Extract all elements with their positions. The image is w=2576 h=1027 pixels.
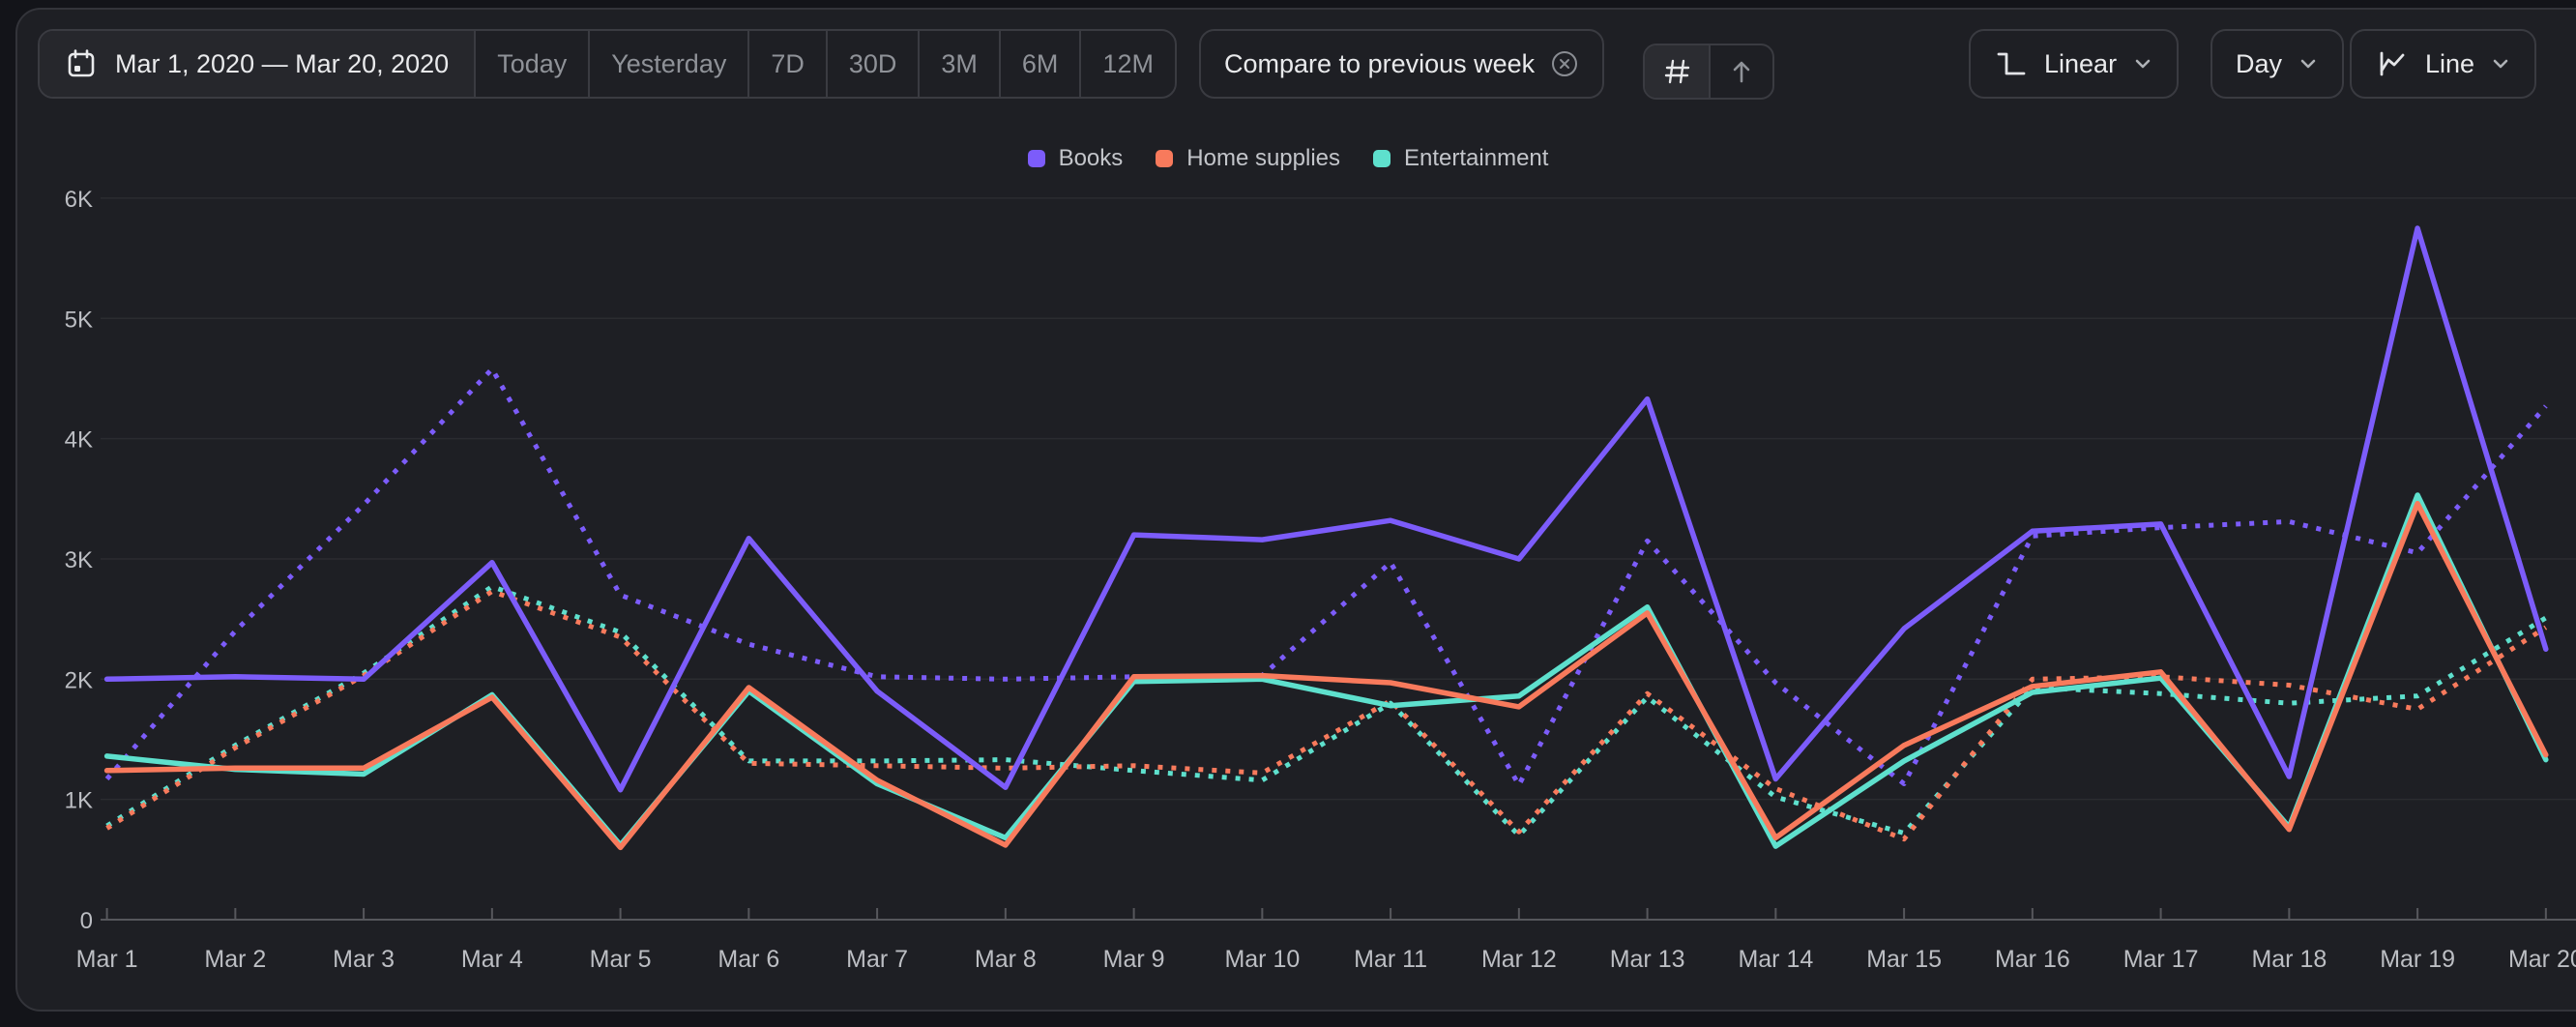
series-line-entertainment-previous-week: [107, 587, 2546, 836]
x-axis-tick-label: Mar 13: [1610, 946, 1685, 973]
x-axis-tick-label: Mar 4: [461, 946, 523, 973]
x-axis-tick-label: Mar 1: [76, 946, 138, 973]
y-axis-tick-label: 2K: [65, 667, 93, 693]
x-axis-tick-label: Mar 10: [1224, 946, 1300, 973]
y-axis-tick-label: 1K: [65, 788, 93, 814]
x-axis-tick-label: Mar 3: [333, 946, 395, 973]
x-axis-tick-label: Mar 17: [2123, 946, 2199, 973]
dashboard: Mar 1, 2020 — Mar 20, 2020 Today Yesterd…: [0, 0, 2576, 1027]
x-axis-tick-label: Mar 12: [1481, 946, 1557, 973]
series-line-home-supplies: [107, 504, 2546, 848]
y-axis-tick-label: 5K: [65, 307, 93, 333]
x-axis-tick-label: Mar 15: [1866, 946, 1942, 973]
x-axis-tick-label: Mar 20: [2508, 946, 2576, 973]
series-line-entertainment: [107, 495, 2546, 846]
y-axis-tick-label: 4K: [65, 427, 93, 454]
x-axis-tick-label: Mar 16: [1995, 946, 2070, 973]
x-axis-tick-label: Mar 14: [1738, 946, 1813, 973]
y-axis-tick-label: 3K: [65, 547, 93, 573]
x-axis-tick-label: Mar 8: [975, 946, 1037, 973]
x-axis-tick-label: Mar 19: [2380, 946, 2455, 973]
y-axis-tick-label: 0: [80, 908, 93, 934]
x-axis-tick-label: Mar 5: [590, 946, 652, 973]
x-axis-tick-label: Mar 9: [1103, 946, 1165, 973]
x-axis-tick-label: Mar 2: [204, 946, 266, 973]
series-line-home-supplies-previous-week: [107, 592, 2546, 839]
y-axis-tick-label: 6K: [65, 187, 93, 213]
x-axis-tick-label: Mar 11: [1354, 946, 1427, 973]
x-axis-tick-label: Mar 18: [2251, 946, 2327, 973]
line-chart[interactable]: 0 1K 2K 3K 4K 5K 6K Mar 1 Mar 2 Mar 3 Mar 4 Mar 5 Ma…: [0, 0, 2576, 1027]
x-axis-tick-label: Mar 6: [717, 946, 779, 973]
x-axis-tick-label: Mar 7: [846, 946, 908, 973]
